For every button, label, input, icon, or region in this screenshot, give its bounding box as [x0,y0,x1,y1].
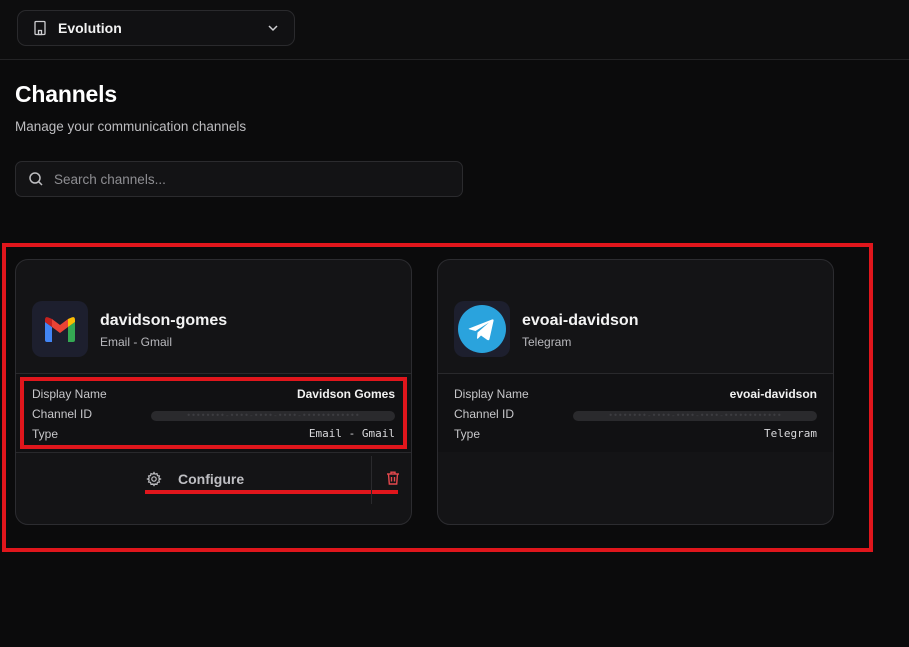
detail-row-type: Type Email - Gmail [32,427,395,445]
channel-id-value: ••••••••-••••-••••-••••-•••••••••••• [573,411,817,421]
search-icon [28,171,44,187]
divider [371,456,372,504]
building-icon [32,20,48,36]
channel-id-value: ••••••••-••••-••••-••••-•••••••••••• [151,411,395,421]
display-name-value: evoai-davidson [729,387,817,401]
type-value: Telegram [764,427,817,440]
channel-id-label: Channel ID [32,407,93,421]
gmail-icon [32,301,88,357]
page-subtitle: Manage your communication channels [15,119,247,134]
detail-row-channel-id: Channel ID ••••••••-••••-••••-••••-•••••… [32,407,395,425]
type-label: Type [454,427,481,441]
divider [16,452,411,453]
top-bar: Evolution [0,0,909,60]
type-value: Email - Gmail [308,427,395,440]
search-box [15,161,463,197]
channel-name: evoai-davidson [522,312,639,329]
gear-icon [146,471,162,487]
channel-details: Display Name evoai-davidson Channel ID •… [438,374,833,452]
trash-icon [387,471,399,485]
detail-row-display-name: Display Name evoai-davidson [454,387,817,405]
chevron-down-icon [266,21,280,35]
search-input[interactable] [52,170,436,188]
channel-name: davidson-gomes [100,312,228,329]
delete-button[interactable] [385,470,401,486]
configure-highlight [145,490,398,494]
organization-selector[interactable]: Evolution [17,10,295,46]
display-name-label: Display Name [32,387,107,401]
detail-row-display-name: Display Name Davidson Gomes [32,387,395,405]
configure-label: Configure [178,471,245,487]
channel-id-label: Channel ID [454,407,515,421]
display-name-label: Display Name [454,387,529,401]
channel-card-telegram: evoai-davidson Telegram Display Name evo… [437,259,834,525]
display-name-value: Davidson Gomes [296,387,395,401]
detail-row-type: Type Telegram [454,427,817,445]
type-label: Type [32,427,59,441]
channel-type-label: Telegram [522,335,572,349]
page-title: Channels [15,81,117,107]
channel-card-gmail: davidson-gomes Email - Gmail Display Nam… [15,259,412,525]
telegram-icon [454,301,510,357]
channel-details: Display Name Davidson Gomes Channel ID •… [16,374,411,452]
configure-button[interactable]: Configure [146,468,244,490]
organization-name: Evolution [58,20,122,36]
detail-row-channel-id: Channel ID ••••••••-••••-••••-••••-•••••… [454,407,817,425]
channel-type-label: Email - Gmail [100,335,173,349]
